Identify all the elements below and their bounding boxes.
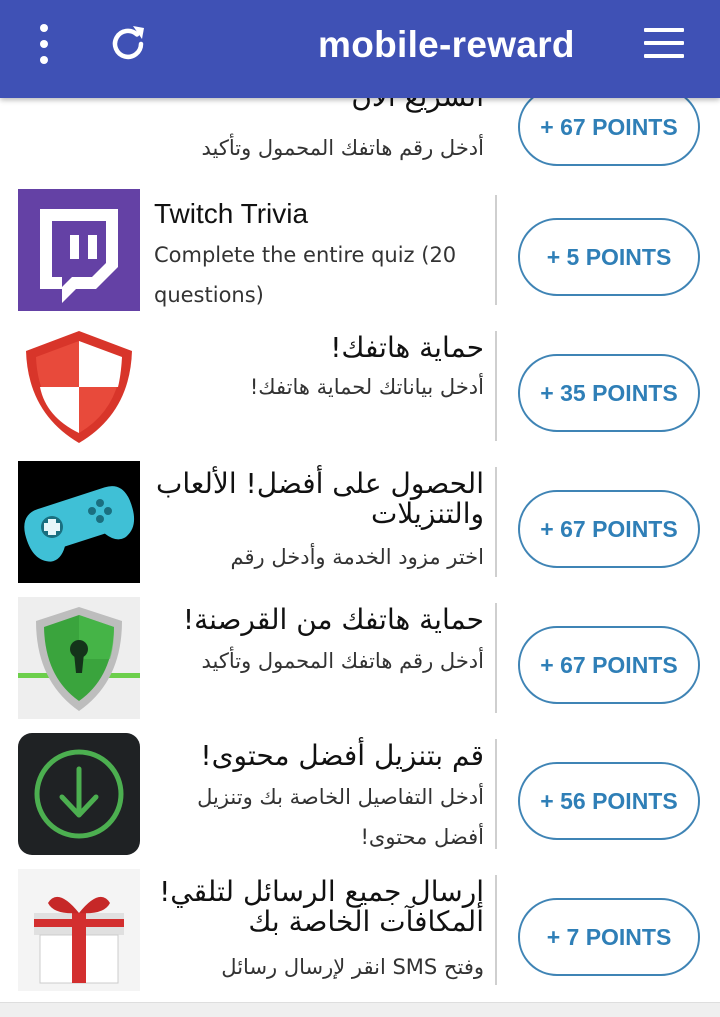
gamepad-icon [18, 461, 140, 583]
offer-item[interactable]: قم بتنزيل أفضل محتوى! أدخل التفاصيل الخا… [0, 723, 720, 859]
offer-item[interactable]: الحصول على أفضل! الألعاب والتنزيلات اختر… [0, 451, 720, 587]
offer-title: Twitch Trivia [154, 198, 309, 229]
offer-description: أدخل رقم هاتفك المحمول وتأكيد [201, 136, 485, 160]
offer-title: إرسال جميع الرسائل لتلقي! المكافآت الخاص… [159, 875, 484, 938]
app-bar: mobile-reward [0, 0, 720, 98]
points-button[interactable]: + 67 POINTS [518, 626, 700, 704]
download-icon [18, 733, 140, 855]
divider [495, 195, 497, 305]
offer-list: السريع الآن أدخل رقم هاتفك المحمول وتأكي… [0, 0, 720, 1002]
bottom-divider [0, 1002, 720, 1017]
twitch-icon [18, 189, 140, 311]
points-button[interactable]: + 67 POINTS [518, 490, 700, 568]
offer-item[interactable]: حماية هاتفك! أدخل بياناتك لحماية هاتفك! … [0, 315, 720, 451]
offer-title: قم بتنزيل أفضل محتوى! [200, 739, 484, 772]
offer-description: Complete the entire quiz (20 questions) [154, 243, 457, 307]
more-vert-icon[interactable] [26, 24, 62, 64]
offer-title: حماية هاتفك من القرصنة! [182, 603, 484, 636]
offer-description: وفتح SMS انقر لإرسال رسائل [221, 955, 484, 979]
gift-box-icon [18, 869, 140, 991]
points-button[interactable]: + 7 POINTS [518, 898, 700, 976]
divider [495, 739, 497, 849]
offer-description: أدخل بياناتك لحماية هاتفك! [249, 375, 484, 399]
points-button[interactable]: + 67 POINTS [518, 88, 700, 166]
menu-icon[interactable] [644, 28, 684, 58]
divider [495, 875, 497, 985]
points-button[interactable]: + 56 POINTS [518, 762, 700, 840]
offer-description: اختر مزود الخدمة وأدخل رقم [230, 545, 484, 569]
lock-shield-icon [18, 597, 140, 719]
offer-description: أدخل التفاصيل الخاصة بك وتنزيل أفضل محتو… [197, 785, 484, 849]
offer-title: حماية هاتفك! [330, 331, 484, 364]
offer-item[interactable]: إرسال جميع الرسائل لتلقي! المكافآت الخاص… [0, 859, 720, 995]
points-button[interactable]: + 5 POINTS [518, 218, 700, 296]
refresh-icon[interactable] [106, 22, 150, 66]
app-title: mobile-reward [318, 24, 575, 65]
points-button[interactable]: + 35 POINTS [518, 354, 700, 432]
divider [495, 331, 497, 441]
offer-title: الحصول على أفضل! الألعاب والتنزيلات [155, 467, 484, 530]
divider [495, 603, 497, 713]
divider [495, 467, 497, 577]
offer-description: أدخل رقم هاتفك المحمول وتأكيد [201, 649, 485, 673]
offer-item[interactable]: حماية هاتفك من القرصنة! أدخل رقم هاتفك ا… [0, 587, 720, 723]
offer-item[interactable]: Twitch Trivia Complete the entire quiz (… [0, 179, 720, 315]
shield-icon [18, 325, 140, 447]
